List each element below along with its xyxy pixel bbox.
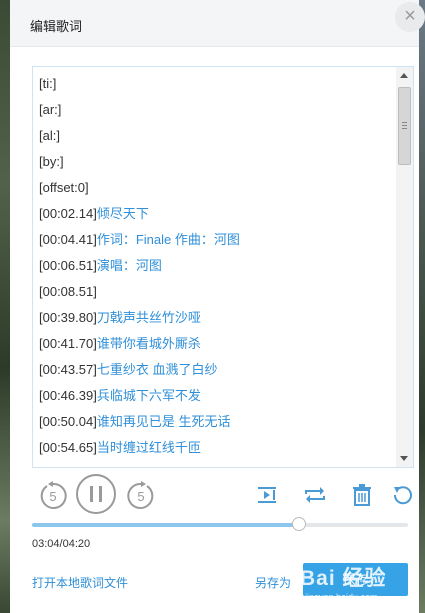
reset-button[interactable]: [392, 484, 414, 511]
progress-bar[interactable]: [32, 517, 408, 531]
background-left: [0, 0, 10, 613]
timestamp-tag: [by:]: [39, 154, 64, 169]
close-button[interactable]: ×: [395, 2, 425, 32]
lyric-text: 七重纱衣 血溅了白纱: [96, 362, 218, 377]
lyric-line[interactable]: [offset:0]: [39, 175, 389, 201]
timestamp-tag: [00:50.04]: [39, 414, 97, 429]
forward-5-button[interactable]: 5: [125, 480, 157, 517]
timestamp-tag: [ar:]: [39, 102, 62, 117]
lyric-line[interactable]: [00:50.04]谁知再见已是 生死无话: [39, 409, 389, 435]
scroll-thumb[interactable]: [398, 87, 411, 165]
forward-5-icon: 5: [127, 481, 154, 509]
rewind-seconds-label: 5: [49, 489, 56, 504]
lyric-line[interactable]: [ar:]: [39, 97, 389, 123]
timestamp-tag: [00:04.41]: [39, 232, 97, 247]
lyric-line[interactable]: [00:41.70]谁带你看城外厮杀: [39, 331, 389, 357]
scroll-down-icon[interactable]: [400, 456, 408, 461]
insert-timestamp-button[interactable]: [256, 484, 278, 511]
timestamp-tag: [00:41.70]: [39, 336, 97, 351]
timestamp-tag: [00:06.51]: [39, 258, 97, 273]
time-display: 03:04/04:20: [32, 538, 91, 550]
open-local-lyrics-link[interactable]: 打开本地歌词文件: [32, 574, 128, 591]
lyric-line[interactable]: [00:04.41]作词：Finale 作曲：河图: [39, 227, 389, 253]
delete-icon: [353, 484, 371, 506]
lyric-line[interactable]: [00:02.14]倾尽天下: [39, 201, 389, 227]
timestamp-tag: [00:46.39]: [39, 388, 97, 403]
lyrics-editor[interactable]: [ti:] [ar:] [al:] [by:] [offset:0] [00:02.14]…: [32, 66, 414, 468]
title-bar: 编辑歌词 ×: [10, 0, 425, 47]
player-controls: 5 5: [10, 474, 419, 514]
lyric-line[interactable]: [00:43.57]七重纱衣 血溅了白纱: [39, 357, 389, 383]
lyric-text: 演唱：河图: [96, 258, 162, 273]
timestamp-tag: [ti:]: [39, 76, 57, 91]
timestamp-tag: [00:08.51]: [39, 284, 97, 299]
lyric-line[interactable]: [00:08.51]: [39, 279, 389, 305]
edit-lyrics-dialog: 编辑歌词 × [ti:] [ar:] [al:] [by:] [offset:0] [00…: [10, 0, 425, 613]
progress-fill: [32, 523, 299, 527]
lyric-line[interactable]: [al:]: [39, 123, 389, 149]
timestamp-tag: [00:39.80]: [39, 310, 97, 325]
close-icon: ×: [404, 5, 416, 27]
lyrics-lines: [ti:] [ar:] [al:] [by:] [offset:0] [00:02.14]…: [39, 71, 389, 461]
repeat-icon: [305, 487, 325, 503]
timestamp-tag: [offset:0]: [39, 180, 89, 195]
reset-icon: [393, 486, 412, 505]
scroll-up-icon[interactable]: [400, 73, 408, 78]
vertical-scrollbar[interactable]: [396, 67, 413, 467]
timestamp-tag: [00:43.57]: [39, 362, 97, 377]
lyric-text: 倾尽天下: [96, 206, 149, 221]
background-right: [419, 0, 425, 613]
lyric-line[interactable]: [ti:]: [39, 71, 389, 97]
timestamp-tag: [00:02.14]: [39, 206, 97, 221]
timestamp-tag: [00:54.65]: [39, 440, 97, 455]
lyric-line[interactable]: [00:39.80]刀戟声共丝竹沙哑: [39, 305, 389, 331]
dialog-title: 编辑歌词: [30, 19, 83, 34]
lyric-line[interactable]: [by:]: [39, 149, 389, 175]
forward-seconds-label: 5: [137, 489, 144, 504]
lyric-line[interactable]: [00:46.39]兵临城下六军不发: [39, 383, 389, 409]
lyric-text: 兵临城下六军不发: [96, 388, 201, 403]
pause-icon: [76, 474, 116, 514]
lyric-text: 作词：Finale 作曲：河图: [96, 232, 240, 247]
lyric-text: 当时缠过红线千匝: [96, 440, 201, 455]
repeat-button[interactable]: [303, 484, 327, 511]
lyric-line[interactable]: [00:54.65]当时缠过红线千匝: [39, 435, 389, 461]
scroll-grip-icon: [402, 122, 407, 123]
save-as-link[interactable]: 另存为: [255, 574, 291, 591]
progress-handle[interactable]: [291, 517, 306, 531]
rewind-5-button[interactable]: 5: [37, 480, 69, 517]
rewind-5-icon: 5: [40, 481, 67, 509]
watermark-url: jingyan.baidu.com: [305, 592, 378, 602]
lyric-line[interactable]: [00:06.51]演唱：河图: [39, 253, 389, 279]
lyric-text: 谁带你看城外厮杀: [96, 336, 201, 351]
lyric-text: 刀戟声共丝竹沙哑: [96, 310, 201, 325]
watermark-brand: Bai 经验: [300, 567, 387, 590]
delete-button[interactable]: [352, 484, 372, 511]
lyric-text: 谁知再见已是 生死无话: [96, 414, 231, 429]
pause-button[interactable]: [76, 474, 116, 514]
timestamp-tag: [al:]: [39, 128, 60, 143]
insert-timestamp-icon: [258, 487, 276, 503]
